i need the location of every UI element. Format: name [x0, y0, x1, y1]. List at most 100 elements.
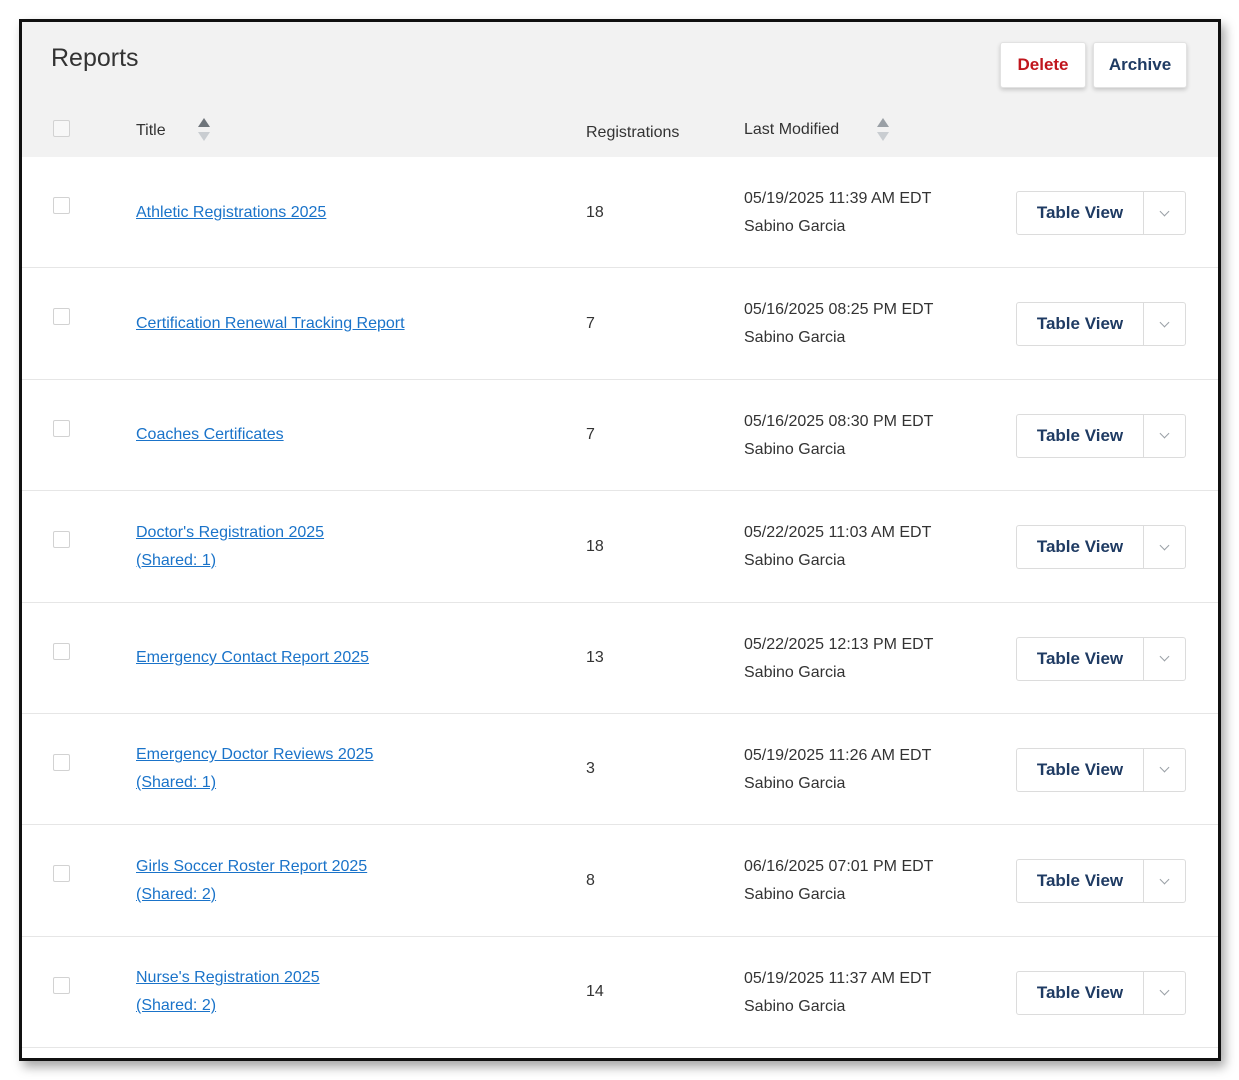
table-row: Athletic Registrations 2025 18 05/19/202…: [22, 157, 1218, 269]
select-all-checkbox[interactable]: [53, 120, 70, 137]
row-checkbox[interactable]: [53, 976, 70, 994]
sort-title-icon[interactable]: [198, 118, 210, 144]
table-row: Coaches Certificates 7 05/16/2025 08:30 …: [22, 380, 1218, 492]
modified-by: Sabino Garcia: [744, 886, 846, 904]
registrations-count: 14: [586, 983, 604, 1001]
report-title-cell: Emergency Doctor Reviews 2025 (Shared: 1…: [136, 714, 373, 825]
chevron-down-icon: [1159, 985, 1170, 996]
registrations-count: 7: [586, 426, 595, 444]
report-title-link[interactable]: Doctor's Registration 2025: [136, 524, 324, 541]
report-title-cell: Coaches Certificates: [136, 380, 284, 491]
shared-link[interactable]: (Shared: 2): [136, 886, 216, 903]
more-options-dropdown[interactable]: [1144, 415, 1185, 457]
shared-link[interactable]: (Shared: 1): [136, 552, 216, 569]
more-options-dropdown[interactable]: [1144, 526, 1185, 568]
modified-date: 05/22/2025 12:13 PM EDT: [744, 635, 934, 653]
archive-button[interactable]: Archive: [1093, 42, 1187, 88]
report-title-cell: Nurse's Registration 2025 (Shared: 2): [136, 937, 320, 1048]
report-title-cell: Athletic Registrations 2025: [136, 157, 326, 268]
last-modified-cell: 06/16/2025 07:01 PM EDT Sabino Garcia: [744, 853, 933, 909]
row-checkbox[interactable]: [53, 308, 70, 326]
more-options-dropdown[interactable]: [1144, 749, 1185, 791]
more-options-dropdown[interactable]: [1144, 638, 1185, 680]
more-options-dropdown[interactable]: [1144, 303, 1185, 345]
modified-date: 05/22/2025 11:03 AM EDT: [744, 524, 932, 542]
report-title-cell: Girls Soccer Roster Report 2025 (Shared:…: [136, 825, 367, 936]
column-header-title[interactable]: Title: [136, 122, 166, 140]
report-title-link[interactable]: Athletic Registrations 2025: [136, 204, 326, 221]
modified-by: Sabino Garcia: [744, 663, 846, 681]
modified-date: 05/16/2025 08:25 PM EDT: [744, 301, 934, 319]
modified-by: Sabino Garcia: [744, 218, 846, 235]
modified-by: Sabino Garcia: [744, 552, 846, 570]
modified-date: 05/19/2025 11:26 AM EDT: [744, 746, 932, 764]
reports-header: Reports Delete Archive Title Registratio…: [22, 22, 1218, 157]
report-title-link[interactable]: Girls Soccer Roster Report 2025: [136, 858, 367, 875]
last-modified-cell: 05/16/2025 08:30 PM EDT Sabino Garcia: [744, 408, 933, 464]
report-title-cell: Doctor's Registration 2025 (Shared: 1): [136, 491, 324, 602]
report-title-cell: Emergency Contact Report 2025: [136, 603, 369, 714]
chevron-down-icon: [1159, 317, 1170, 328]
row-checkbox[interactable]: [53, 642, 70, 660]
report-title-cell: Certification Renewal Tracking Report: [136, 268, 405, 379]
modified-date: 06/16/2025 07:01 PM EDT: [744, 858, 934, 876]
table-view-button[interactable]: Table View: [1017, 860, 1144, 903]
column-header-last-modified[interactable]: Last Modified: [744, 121, 839, 139]
report-title-link[interactable]: Certification Renewal Tracking Report: [136, 315, 405, 332]
report-title-link[interactable]: Emergency Doctor Reviews 2025: [136, 746, 373, 763]
table-view-button[interactable]: Table View: [1017, 414, 1144, 457]
more-options-dropdown[interactable]: [1144, 860, 1185, 902]
table-view-button[interactable]: Table View: [1017, 303, 1144, 346]
row-checkbox[interactable]: [53, 865, 70, 883]
table-view-button[interactable]: Table View: [1017, 637, 1144, 680]
more-options-dropdown[interactable]: [1144, 192, 1185, 234]
chevron-down-icon: [1159, 428, 1170, 439]
row-checkbox[interactable]: [53, 531, 70, 549]
more-options-dropdown[interactable]: [1144, 972, 1185, 1014]
table-view-split-button: Table View: [1016, 970, 1186, 1015]
row-checkbox[interactable]: [53, 753, 70, 771]
table-view-split-button: Table View: [1016, 302, 1186, 347]
report-title-link[interactable]: Nurse's Registration 2025: [136, 969, 320, 986]
row-checkbox[interactable]: [53, 419, 70, 437]
sort-last-modified-icon[interactable]: [877, 118, 889, 144]
table-row: Emergency Doctor Reviews 2025 (Shared: 1…: [22, 714, 1218, 826]
chevron-down-icon: [1159, 874, 1170, 885]
last-modified-cell: 05/22/2025 11:03 AM EDT Sabino Garcia: [744, 519, 931, 575]
table-row: Nurse's Registration 2025 (Shared: 2) 14…: [22, 937, 1218, 1049]
last-modified-cell: 05/16/2025 08:25 PM EDT Sabino Garcia: [744, 296, 933, 352]
last-modified-cell: 05/19/2025 11:39 AM EDT Sabino Garcia: [744, 185, 931, 241]
chevron-down-icon: [1159, 206, 1170, 216]
page-title: Reports: [51, 44, 139, 72]
registrations-count: 18: [586, 203, 604, 221]
modified-by: Sabino Garcia: [744, 997, 846, 1015]
table-view-button[interactable]: Table View: [1017, 971, 1144, 1014]
table-row: Doctor's Registration 2025 (Shared: 1) 1…: [22, 491, 1218, 603]
table-view-split-button: Table View: [1016, 525, 1186, 570]
report-title-link[interactable]: Emergency Contact Report 2025: [136, 649, 369, 666]
table-view-split-button: Table View: [1016, 859, 1186, 904]
table-view-split-button: Table View: [1016, 191, 1186, 235]
modified-date: 05/19/2025 11:37 AM EDT: [744, 969, 932, 987]
reports-panel: Reports Delete Archive Title Registratio…: [19, 19, 1221, 1061]
shared-link[interactable]: (Shared: 2): [136, 997, 216, 1014]
table-row: Girls Soccer Roster Report 2025 (Shared:…: [22, 825, 1218, 937]
chevron-down-icon: [1159, 763, 1170, 773]
column-header-registrations: Registrations: [586, 124, 680, 141]
registrations-count: 8: [586, 871, 595, 889]
modified-date: 05/16/2025 08:30 PM EDT: [744, 412, 934, 430]
delete-button[interactable]: Delete: [1000, 42, 1086, 88]
report-title-link[interactable]: Coaches Certificates: [136, 426, 284, 443]
last-modified-cell: 05/22/2025 12:13 PM EDT Sabino Garcia: [744, 631, 933, 687]
table-row: Emergency Contact Report 2025 13 05/22/2…: [22, 603, 1218, 714]
table-view-button[interactable]: Table View: [1017, 192, 1144, 234]
last-modified-cell: 05/19/2025 11:37 AM EDT Sabino Garcia: [744, 965, 931, 1021]
row-checkbox[interactable]: [53, 197, 70, 214]
table-view-button[interactable]: Table View: [1017, 526, 1144, 569]
shared-link[interactable]: (Shared: 1): [136, 774, 216, 791]
table-view-split-button: Table View: [1016, 636, 1186, 681]
modified-date: 05/19/2025 11:39 AM EDT: [744, 190, 932, 207]
chevron-down-icon: [1159, 651, 1170, 662]
registrations-count: 18: [586, 537, 604, 555]
table-view-button[interactable]: Table View: [1017, 748, 1144, 791]
